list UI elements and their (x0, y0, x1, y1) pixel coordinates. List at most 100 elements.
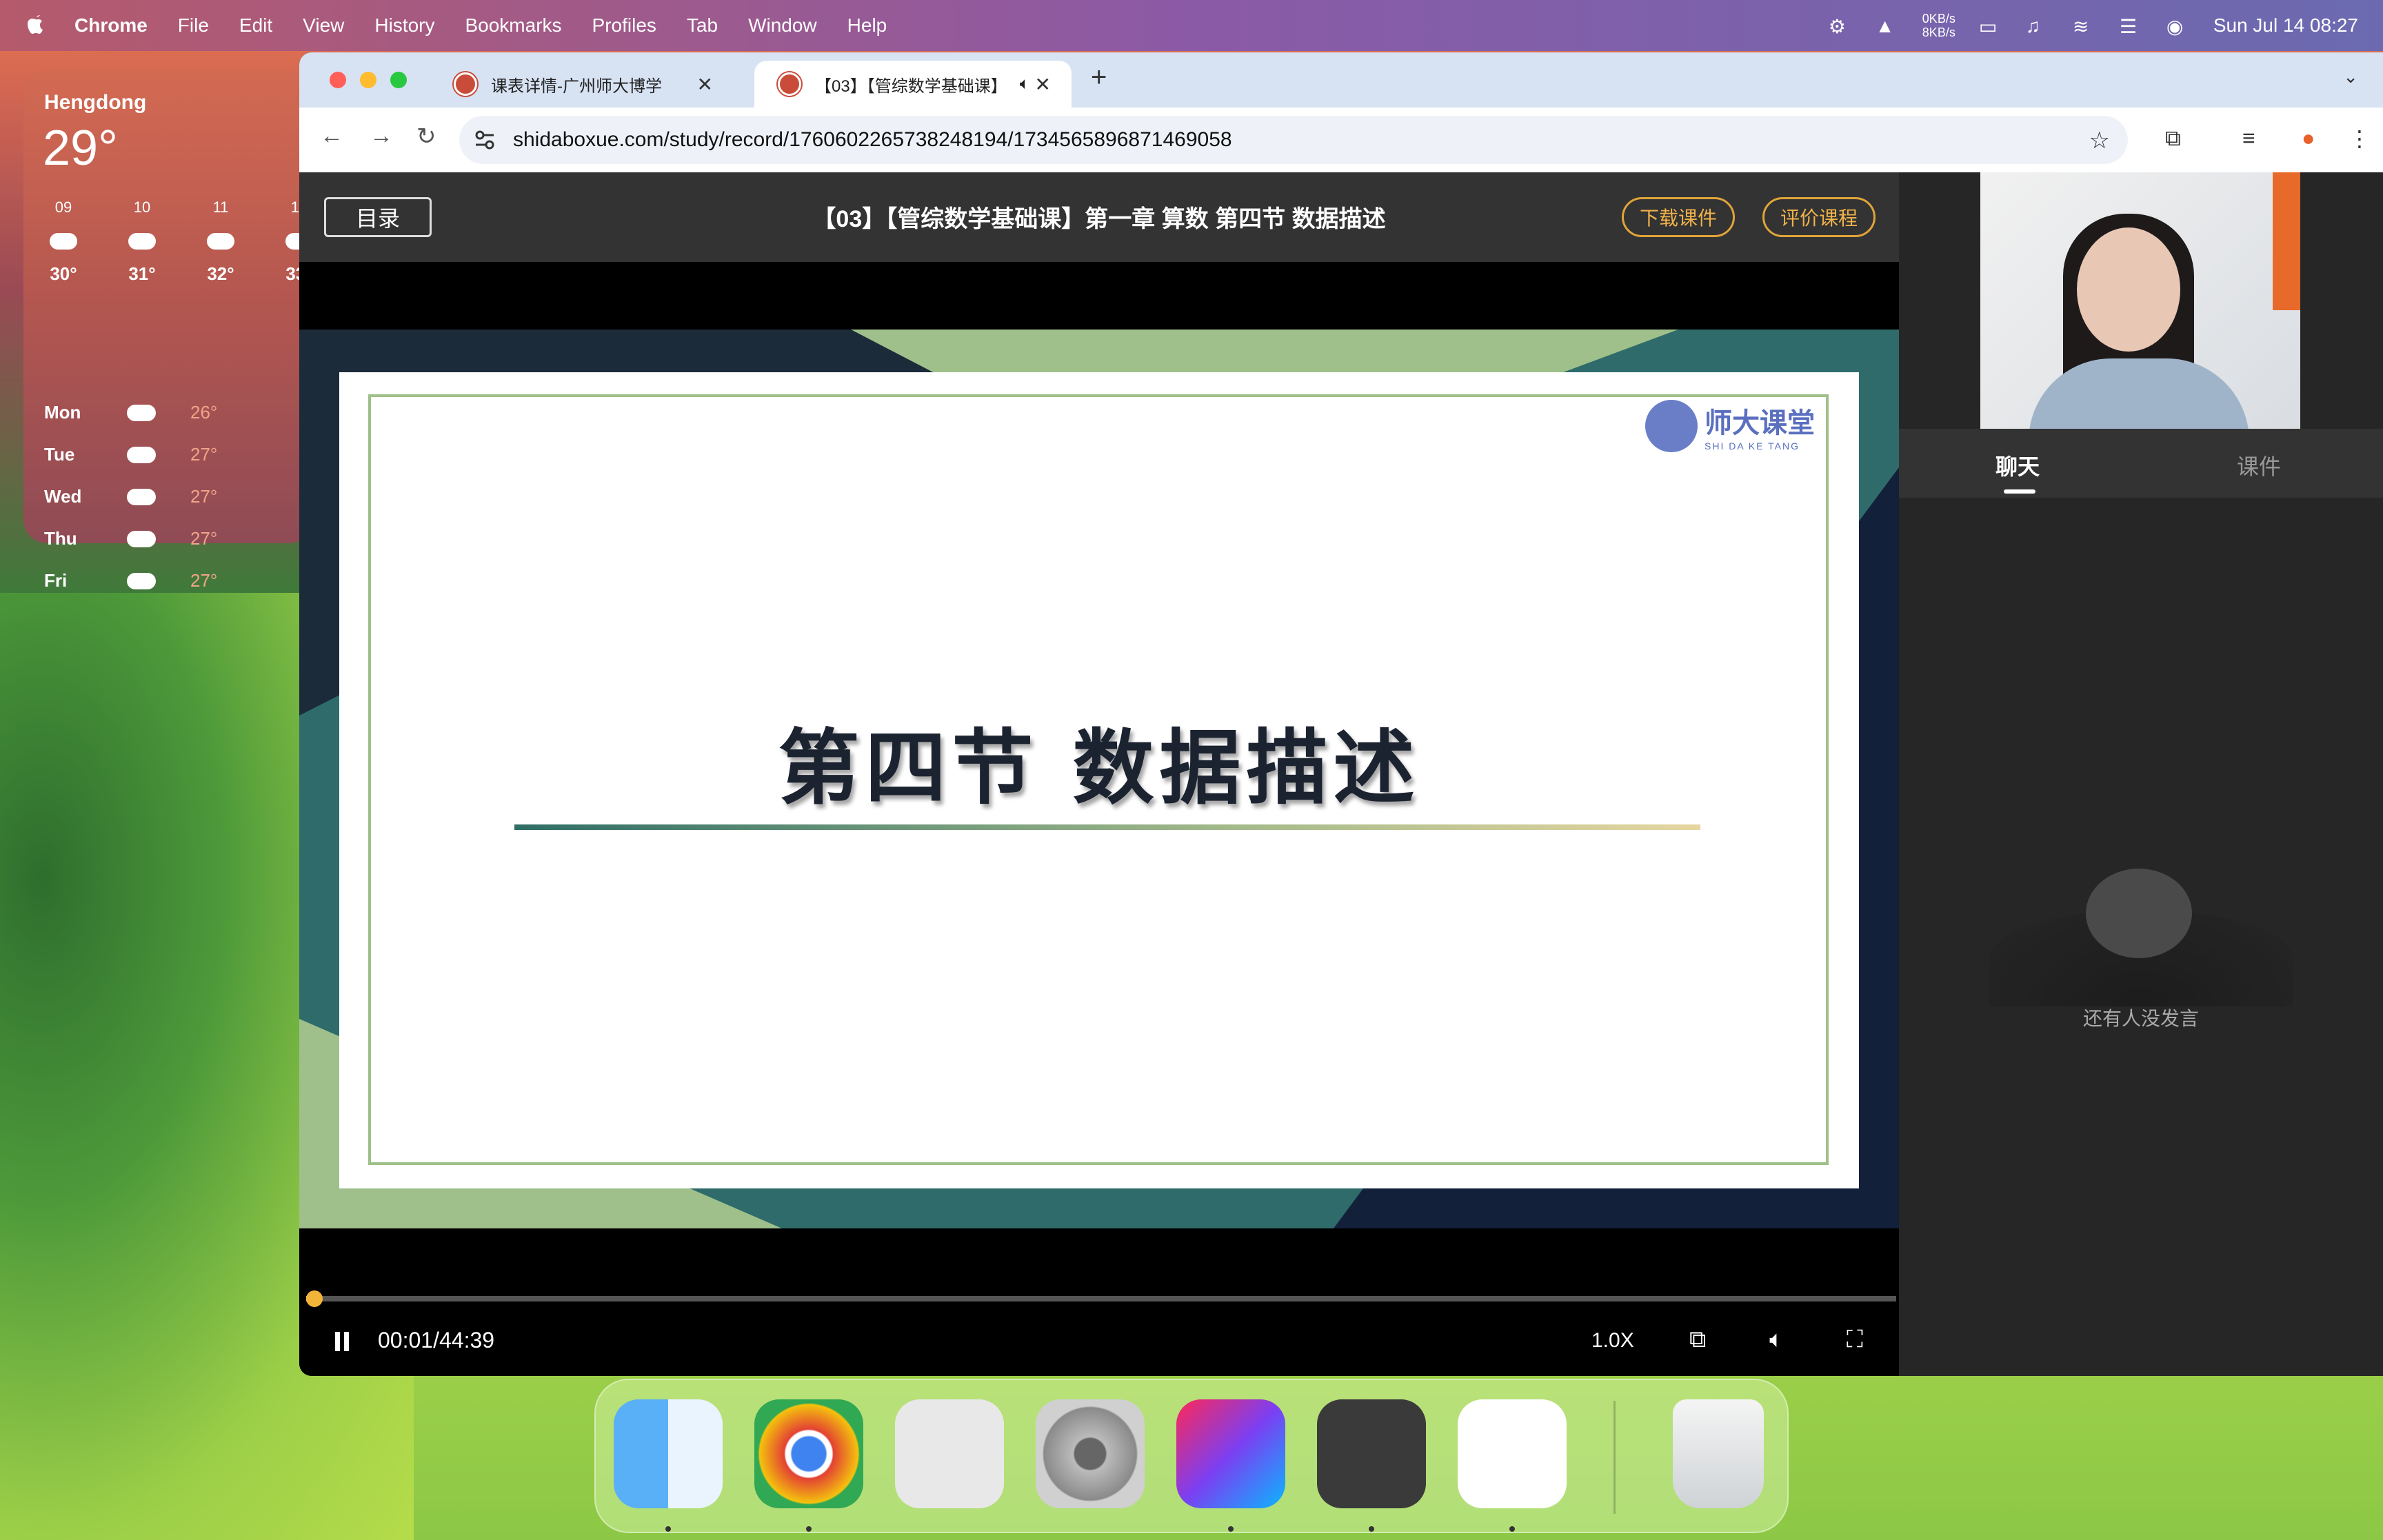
video-progress-bar[interactable] (306, 1290, 1896, 1307)
slide-heading: 第四节 数据描述 (778, 720, 1420, 815)
chatgpt-icon[interactable] (1458, 1399, 1567, 1508)
day-low: 27° (190, 444, 218, 465)
browser-menu-icon[interactable]: ⋮ (2349, 125, 2371, 152)
browser-window: 课表详情-广州师大博学 ✕ 【03】【管综数学基础课】 🔈︎ ✕ + ⌄ ← →… (299, 52, 2383, 1376)
volume-icon[interactable]: 🔈︎ (1769, 1326, 1783, 1353)
launchpad-icon[interactable] (895, 1399, 1004, 1508)
intellij-icon[interactable] (1176, 1399, 1285, 1508)
siri-icon[interactable]: ◉ (2166, 15, 2190, 37)
rate-course-button[interactable]: 评价课程 (1762, 197, 1876, 237)
network-speed: 0KB/s 8KB/s (1922, 12, 1955, 39)
url-text[interactable]: shidaboxue.com/study/record/176060226573… (513, 128, 1232, 152)
day-low: 27° (190, 486, 218, 507)
weather-widget[interactable]: Hengdong 29° 0930° 1031° 1132° 1233° Mon… (23, 70, 313, 591)
hour-temp: 30° (50, 263, 77, 284)
day-row: Wed 27° (44, 476, 259, 518)
site-settings-icon[interactable] (473, 128, 496, 152)
logo-subtext: SHI DA KE TANG (1705, 440, 1800, 452)
pause-icon[interactable] (335, 1332, 349, 1351)
address-bar[interactable]: shidaboxue.com/study/record/176060226573… (459, 116, 2128, 164)
menu-view[interactable]: View (303, 14, 344, 37)
menu-window[interactable]: Window (748, 14, 817, 37)
finder-icon[interactable] (614, 1399, 723, 1508)
zoom-window-button[interactable] (390, 72, 407, 88)
menu-tab[interactable]: Tab (687, 14, 718, 37)
menu-app-name[interactable]: Chrome (74, 14, 148, 37)
picture-in-picture-icon[interactable]: ⧉ (1689, 1326, 1706, 1353)
teacher-body (2029, 358, 2249, 429)
calculator-icon[interactable] (1317, 1399, 1426, 1508)
chatgpt-status-icon[interactable]: ⚙ (1829, 15, 1852, 37)
back-icon[interactable]: ← (320, 123, 343, 150)
slide-logo: 师大课堂 SHI DA KE TANG (1645, 400, 1815, 452)
cat-status-icon[interactable]: ▲ (1876, 15, 1899, 37)
cloud-icon (207, 233, 234, 250)
control-center-icon[interactable]: ☰ (2120, 15, 2143, 37)
close-tab-icon[interactable]: ✕ (697, 73, 713, 96)
weather-city: Hengdong (44, 91, 147, 114)
tab-search-icon[interactable]: ⌄ (2343, 66, 2358, 88)
side-tabs: 聊天 课件 (1899, 429, 2383, 498)
menu-bar: Chrome File Edit View History Bookmarks … (0, 0, 2383, 51)
airpods-icon[interactable]: ♫ (2026, 15, 2049, 37)
slide-underline (514, 824, 1700, 830)
close-tab-icon[interactable]: ✕ (1035, 73, 1051, 96)
chat-bubble-icon (2086, 869, 2192, 958)
system-settings-icon[interactable] (1036, 1399, 1145, 1508)
video-player[interactable]: 师大课堂 SHI DA KE TANG 第四节 数据描述 00:01/44:39 … (299, 262, 1899, 1376)
close-window-button[interactable] (330, 72, 346, 88)
minimize-window-button[interactable] (360, 72, 376, 88)
extensions-icon[interactable]: ⧉ (2165, 125, 2181, 152)
day-name: Tue (44, 444, 75, 465)
progress-handle[interactable] (306, 1290, 323, 1307)
menu-edit[interactable]: Edit (239, 14, 272, 37)
browser-toolbar: ← → ↻ shidaboxue.com/study/record/176060… (299, 108, 2383, 172)
tab-title: 课表详情-广州师大博学 (491, 77, 662, 96)
tab-course-video[interactable]: 【03】【管综数学基础课】 🔈︎ ✕ (754, 61, 1072, 108)
menu-help[interactable]: Help (847, 14, 887, 37)
running-indicator (806, 1526, 812, 1532)
apple-icon[interactable] (26, 14, 47, 37)
day-row: Thu 27° (44, 518, 259, 560)
sun-cloud-icon (127, 488, 156, 505)
audio-playing-icon[interactable]: 🔈︎ (1020, 74, 1029, 94)
hour-temp: 31° (128, 263, 156, 284)
video-controls: 00:01/44:39 1.0X ⧉ 🔈︎ ⛶ (299, 1317, 1899, 1376)
menu-bookmarks[interactable]: Bookmarks (465, 14, 561, 37)
trash-icon[interactable] (1673, 1399, 1764, 1508)
tab-courseware[interactable]: 课件 (2237, 449, 2281, 481)
menu-file[interactable]: File (178, 14, 209, 37)
day-row: Fri 27° (44, 560, 259, 602)
fullscreen-icon[interactable]: ⛶ (1847, 1326, 1863, 1353)
logo-text: 师大课堂 (1705, 407, 1815, 439)
dock (594, 1379, 1789, 1533)
day-name: Thu (44, 528, 77, 549)
media-controls-icon[interactable]: ≡ (2242, 125, 2255, 151)
profile-avatar-icon[interactable]: ● (2302, 125, 2315, 151)
new-tab-button[interactable]: + (1091, 62, 1107, 93)
tab-bar: 课表详情-广州师大博学 ✕ 【03】【管综数学基础课】 🔈︎ ✕ + ⌄ (299, 52, 2383, 108)
empty-chat-message: 还有人没发言 (2082, 1008, 2199, 1029)
menu-history[interactable]: History (374, 14, 434, 37)
day-low: 27° (190, 528, 218, 549)
cloud-icon (127, 530, 156, 547)
weather-temp: 29° (43, 121, 118, 176)
reload-icon[interactable]: ↻ (416, 123, 436, 150)
download-courseware-button[interactable]: 下载课件 (1622, 197, 1735, 237)
day-name: Fri (44, 570, 68, 591)
wifi-icon[interactable]: ≋ (2073, 15, 2096, 37)
menu-profiles[interactable]: Profiles (592, 14, 656, 37)
tab-chat[interactable]: 聊天 (1995, 449, 2040, 481)
battery-icon[interactable]: ▭ (1979, 15, 2002, 37)
bookmark-star-icon[interactable]: ☆ (2089, 127, 2110, 154)
day-row: Mon 26° (44, 392, 259, 434)
chrome-icon[interactable] (754, 1399, 863, 1508)
cloud-icon (50, 233, 77, 250)
hour-label: 11 (212, 199, 229, 216)
tab-course-schedule[interactable]: 课表详情-广州师大博学 ✕ (430, 61, 734, 108)
net-up: 0KB/s (1922, 12, 1955, 26)
menubar-clock[interactable]: Sun Jul 14 08:27 (2213, 14, 2358, 37)
playback-speed-button[interactable]: 1.0X (1591, 1329, 1634, 1352)
forward-icon[interactable]: → (370, 123, 393, 150)
hour-item: 11 32° (201, 199, 240, 285)
